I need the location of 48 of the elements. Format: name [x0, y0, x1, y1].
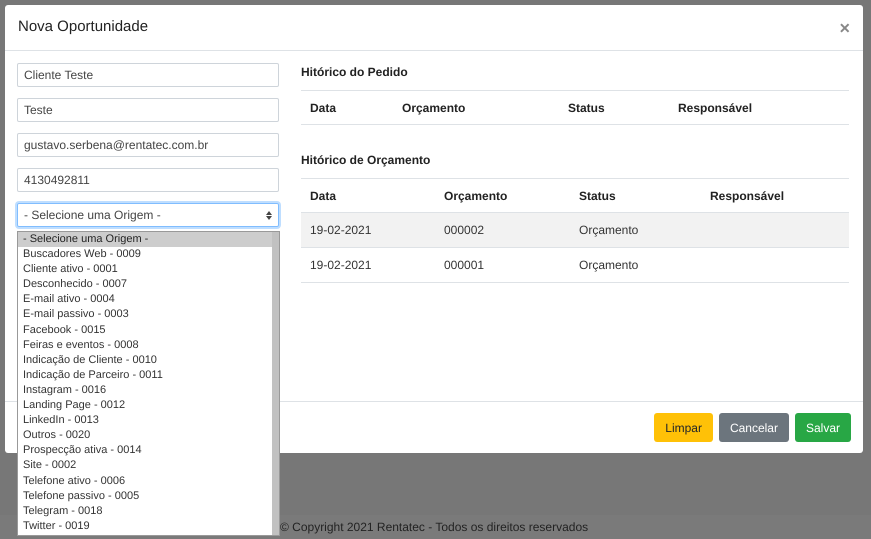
- action-button[interactable]: Cancelar: [718, 413, 789, 442]
- table-cell: Orçamento: [579, 223, 638, 237]
- table-cell: 19-02-2021: [310, 258, 372, 272]
- dropdown-option[interactable]: Feiras e eventos - 0008: [18, 338, 272, 353]
- dropdown-option[interactable]: - Selecione uma Origem -: [18, 232, 272, 248]
- dropdown-option[interactable]: LinkedIn - 0013: [18, 413, 272, 428]
- dropdown-option[interactable]: Cliente ativo - 0001: [18, 262, 272, 278]
- table-cell: 19-02-2021: [310, 223, 372, 237]
- close-button[interactable]: ×: [839, 18, 850, 36]
- scrollbar[interactable]: [272, 232, 279, 535]
- column-header: Status: [579, 188, 616, 202]
- dropdown-option[interactable]: Landing Page - 0012: [18, 398, 272, 414]
- modal-title: Nova Oportunidade: [18, 17, 148, 38]
- dropdown-option[interactable]: Desconhecido - 0007: [18, 277, 272, 292]
- input-field[interactable]: gustavo.serbena@rentatec.com.br: [17, 133, 279, 157]
- dropdown-option[interactable]: Telegram - 0018: [18, 504, 272, 519]
- sort-caret-icon: [266, 210, 272, 220]
- input-field[interactable]: Cliente Teste: [17, 63, 279, 87]
- column-header: Orçamento: [402, 100, 466, 114]
- dropdown-option[interactable]: Indicação de Parceiro - 0011: [18, 368, 272, 383]
- dropdown-option[interactable]: E-mail passivo - 0003: [18, 307, 272, 323]
- column-header: Orçamento: [444, 188, 508, 202]
- column-header: Status: [568, 100, 605, 114]
- dropdown-option[interactable]: Indicação de Cliente - 0010: [18, 352, 272, 368]
- column-header: Data: [310, 100, 336, 114]
- column-header: Responsável: [678, 100, 752, 114]
- dropdown-option[interactable]: Instagram - 0016: [18, 382, 272, 398]
- dropdown-option[interactable]: Site - 0002: [18, 458, 272, 474]
- origin-select[interactable]: - Selecione uma Origem -: [17, 203, 279, 227]
- table-cell: Orçamento: [579, 258, 638, 272]
- column-header: Responsável: [710, 188, 784, 202]
- copyright-text: © Copyright 2021 Rentatec - Todos os direitos reservados: [280, 519, 588, 536]
- input-field[interactable]: Teste: [17, 98, 279, 122]
- column-header: Data: [310, 188, 336, 202]
- action-button[interactable]: Limpar: [654, 413, 713, 442]
- dropdown-option[interactable]: Buscadores Web - 0009: [18, 247, 272, 262]
- dropdown-option[interactable]: Telefone ativo - 0006: [18, 474, 272, 489]
- input-field[interactable]: 4130492811: [17, 168, 279, 192]
- section-title: Hitórico do Pedido: [301, 64, 409, 81]
- section-title: Hitórico de Orçamento: [301, 152, 432, 169]
- dropdown-option[interactable]: Twitter - 0019: [18, 518, 272, 534]
- dropdown-option[interactable]: Facebook - 0015: [18, 322, 272, 338]
- dropdown-option[interactable]: Telefone passivo - 0005: [18, 488, 272, 504]
- dropdown-option[interactable]: Outros - 0020: [18, 428, 272, 444]
- dropdown-option[interactable]: Prospecção ativa - 0014: [18, 443, 272, 458]
- table-cell: 000001: [444, 258, 484, 272]
- dropdown-option[interactable]: E-mail ativo - 0004: [18, 292, 272, 308]
- table-cell: 000002: [444, 223, 484, 237]
